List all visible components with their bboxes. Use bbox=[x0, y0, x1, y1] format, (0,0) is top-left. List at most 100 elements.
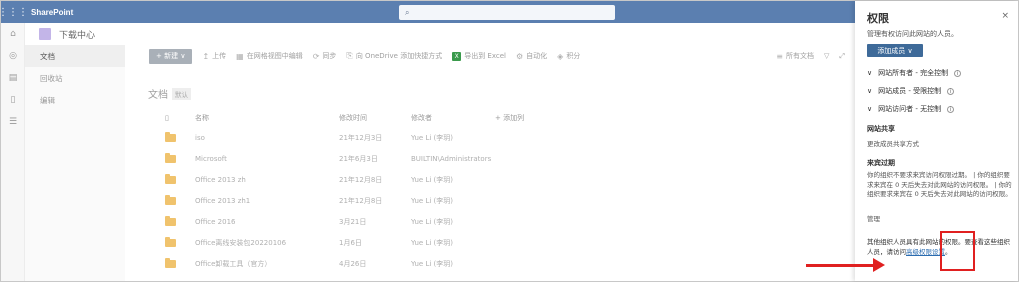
add-column-button[interactable]: + 添加列 bbox=[495, 113, 595, 123]
chevron-down-icon: ∨ bbox=[867, 87, 873, 95]
search-box[interactable]: ⌕ bbox=[399, 5, 615, 20]
table-header: ▯ 名称 修改时间 修改者 + 添加列 bbox=[165, 109, 845, 127]
column-name[interactable]: 名称 bbox=[195, 113, 339, 123]
grid-icon: ▦ bbox=[236, 51, 244, 61]
expand-icon[interactable]: ⤢ bbox=[839, 52, 845, 61]
group-members[interactable]: ∨ 网站成员 - 受限控制 i bbox=[867, 86, 955, 96]
row-name[interactable]: Office 2016 bbox=[195, 218, 339, 226]
column-modified[interactable]: 修改时间 bbox=[339, 113, 411, 123]
row-name[interactable]: Office离线安装包20220106 bbox=[195, 238, 339, 248]
app-launcher-icon[interactable]: ⋮⋮⋮ bbox=[0, 1, 28, 23]
file-icon[interactable]: ▯ bbox=[1, 89, 25, 111]
sync-icon: ⟳ bbox=[312, 51, 320, 61]
row-name[interactable]: Office卸载工具（官方） bbox=[195, 259, 339, 269]
row-modified-by: Yue Li (李玥) bbox=[411, 133, 453, 142]
row-name[interactable]: Office 2013 zh1 bbox=[195, 197, 339, 205]
add-members-button[interactable]: 添加成员 ∨ bbox=[867, 44, 923, 57]
row-modified-by: Yue Li (李玥) bbox=[411, 217, 453, 226]
command-bar-right: ≡ 所有文档 ▽ ⤢ bbox=[776, 51, 845, 61]
upload-button[interactable]: ↥ 上传 bbox=[202, 51, 226, 61]
nav-item-documents[interactable]: 文档 bbox=[25, 45, 125, 67]
folder-icon bbox=[165, 236, 176, 247]
suite-bar: ⋮⋮⋮ SharePoint ⌕ bbox=[0, 1, 855, 23]
folder-icon bbox=[165, 257, 176, 268]
row-modified: 21年12月8日 bbox=[339, 196, 383, 205]
integrate-button[interactable]: ◈ 积分 bbox=[557, 51, 580, 61]
table-row[interactable]: Microsoft 21年6月3日 BUILTIN\Administrators bbox=[165, 148, 845, 169]
table-row[interactable]: Office 2016 3月21日 Yue Li (李玥) bbox=[165, 211, 845, 232]
row-modified: 21年12月8日 bbox=[339, 175, 383, 184]
search-icon: ⌕ bbox=[405, 7, 410, 17]
info-icon[interactable]: i bbox=[947, 87, 955, 95]
group-label: 网站所有者 - 完全控制 bbox=[878, 69, 949, 77]
onedrive-shortcut-button[interactable]: ⎘ 向 OneDrive 添加快捷方式 bbox=[346, 51, 442, 61]
group-visitors[interactable]: ∨ 网站访问者 - 无控制 i bbox=[867, 104, 955, 114]
site-sharing-heading: 网站共享 bbox=[867, 125, 895, 133]
library-title: 文档 默认 bbox=[148, 86, 191, 101]
row-modified: 1月6日 bbox=[339, 238, 362, 247]
site-logo[interactable] bbox=[39, 28, 51, 40]
chevron-down-icon: ∨ bbox=[867, 105, 873, 113]
table-row[interactable]: iso 21年12月3日 Yue Li (李玥) bbox=[165, 127, 845, 148]
row-name[interactable]: Microsoft bbox=[195, 155, 339, 163]
globe-icon[interactable]: ◎ bbox=[1, 45, 25, 67]
nav-item-edit[interactable]: 编辑 bbox=[25, 89, 125, 111]
row-name[interactable]: Office 2013 zh bbox=[195, 176, 339, 184]
shortcut-icon: ⎘ bbox=[346, 51, 353, 60]
library-badge[interactable]: 默认 bbox=[172, 87, 191, 100]
row-modified-by: Yue Li (李玥) bbox=[411, 259, 453, 268]
row-modified-by: BUILTIN\Administrators bbox=[411, 154, 492, 163]
annotation-arrow-line bbox=[806, 264, 876, 267]
automate-button[interactable]: ⚙ 自动化 bbox=[516, 51, 547, 61]
nav-item-recycle-bin[interactable]: 回收站 bbox=[25, 67, 125, 89]
list-icon[interactable]: ☰ bbox=[1, 111, 25, 133]
change-sharing-link[interactable]: 更改成员共享方式 bbox=[867, 138, 919, 148]
table-row[interactable]: Office离线安装包20220106 1月6日 Yue Li (李玥) bbox=[165, 232, 845, 253]
app-rail: ⌂ ◎ ▤ ▯ ☰ bbox=[1, 23, 25, 281]
annotation-arrow-head bbox=[873, 258, 885, 272]
close-icon[interactable]: × bbox=[1001, 11, 1009, 21]
new-button[interactable]: + 新建 ∨ bbox=[149, 48, 193, 64]
permissions-panel: 权限 × 管理有权访问此网站的人员。 添加成员 ∨ ∨ 网站所有者 - 完全控制… bbox=[855, 1, 1018, 281]
column-modified-by[interactable]: 修改者 bbox=[411, 113, 495, 123]
home-icon[interactable]: ⌂ bbox=[1, 23, 25, 45]
manage-link[interactable]: 管理 bbox=[867, 213, 880, 223]
row-modified: 3月21日 bbox=[339, 217, 367, 226]
edit-grid-button[interactable]: ▦ 在网格视图中编辑 bbox=[236, 51, 303, 61]
automate-icon: ⚙ bbox=[515, 51, 524, 61]
export-excel-button[interactable]: X 导出到 Excel bbox=[452, 51, 506, 61]
left-navigation: 文档 回收站 编辑 bbox=[25, 45, 125, 281]
row-name[interactable]: iso bbox=[195, 134, 339, 142]
excel-icon: X bbox=[452, 51, 462, 61]
group-owners[interactable]: ∨ 网站所有者 - 完全控制 i bbox=[867, 68, 962, 78]
app-name[interactable]: SharePoint bbox=[31, 8, 73, 17]
folder-icon bbox=[165, 194, 176, 205]
row-modified: 4月26日 bbox=[339, 259, 367, 268]
file-type-icon[interactable]: ▯ bbox=[165, 114, 195, 122]
view-selector[interactable]: ≡ 所有文档 bbox=[776, 51, 814, 61]
panel-title: 权限 bbox=[867, 12, 889, 25]
table-row[interactable]: Office卸载工具（官方） 4月26日 Yue Li (李玥) bbox=[165, 253, 845, 274]
site-title[interactable]: 下载中心 bbox=[59, 28, 95, 41]
info-icon[interactable]: i bbox=[954, 69, 962, 77]
view-icon: ≡ bbox=[776, 51, 783, 61]
info-icon[interactable]: i bbox=[947, 105, 955, 113]
row-modified-by: Yue Li (李玥) bbox=[411, 238, 453, 247]
news-icon[interactable]: ▤ bbox=[1, 67, 25, 89]
table-row[interactable]: Office 2013 zh1 21年12月8日 Yue Li (李玥) bbox=[165, 190, 845, 211]
folder-icon bbox=[165, 131, 176, 142]
library-name: 文档 bbox=[148, 90, 168, 101]
upload-icon: ↥ bbox=[202, 51, 210, 61]
folder-icon bbox=[165, 215, 176, 226]
folder-icon bbox=[165, 173, 176, 184]
filter-icon[interactable]: ▽ bbox=[824, 52, 829, 60]
site-header: 下载中心 bbox=[25, 23, 855, 45]
row-modified: 21年12月3日 bbox=[339, 133, 383, 142]
document-table: ▯ 名称 修改时间 修改者 + 添加列 iso 21年12月3日 Yue Li … bbox=[165, 109, 845, 274]
group-label: 网站访问者 - 无控制 bbox=[878, 105, 942, 113]
sync-button[interactable]: ⟳ 同步 bbox=[313, 51, 337, 61]
guest-expiry-text: 你的组织不要求来宾访问权限过期。 | 你的组织要求来宾在 0 天后失去对此网站的… bbox=[867, 171, 1012, 198]
group-label: 网站成员 - 受限控制 bbox=[878, 87, 942, 95]
row-modified: 21年6月3日 bbox=[339, 154, 378, 163]
table-row[interactable]: Office 2013 zh 21年12月8日 Yue Li (李玥) bbox=[165, 169, 845, 190]
